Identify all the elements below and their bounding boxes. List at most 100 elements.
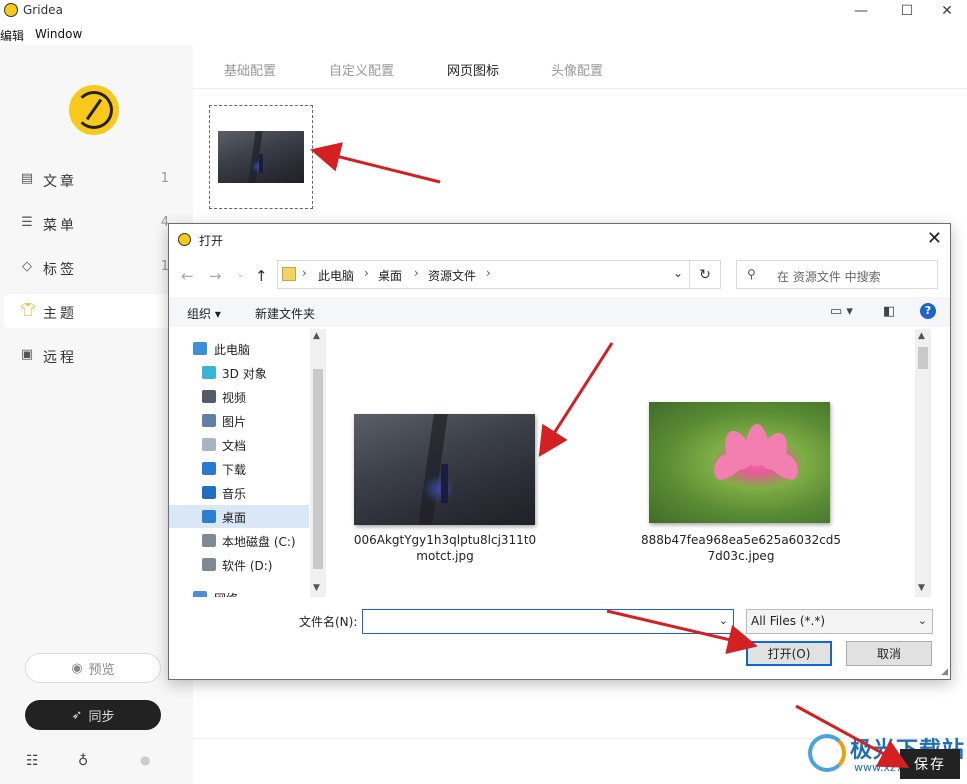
minimize-button[interactable]: — — [838, 0, 884, 22]
menu-icon: ☰ — [21, 215, 33, 230]
filename-input[interactable]: ⌄ — [362, 609, 734, 634]
tree-item-drive-c[interactable]: 本地磁盘 (C:) — [169, 529, 309, 552]
navigation-tree: 此电脑 3D 对象 视频 图片 文档 下载 音乐 桌面 本地磁盘 (C:) 软件… — [169, 329, 327, 597]
settings-sliders-icon[interactable]: ☷ — [26, 753, 39, 769]
scroll-thumb[interactable] — [918, 347, 928, 369]
tree-item-label: 网络 — [214, 590, 238, 597]
cube-icon — [202, 366, 216, 379]
music-note-icon — [202, 486, 216, 499]
tree-item-network[interactable]: 网络 — [169, 586, 309, 597]
tab-basic-config[interactable]: 基础配置 — [224, 60, 276, 79]
open-file-dialog: 打开 ✕ ← → ⌄ ↑ › 此电脑 › 桌面 › 资源文件 › ⌄ ↻ ⚲ 在… — [168, 223, 951, 680]
sidebar-item-menu[interactable]: ☰ 菜单 4 — [4, 206, 193, 240]
gridea-app: Gridea — ☐ ✕ 编辑 Window ▤ 文章 1 ☰ 菜单 4 ◇ 标… — [0, 0, 967, 784]
drive-icon — [202, 534, 216, 547]
filetype-value: All Files (*.*) — [751, 614, 826, 628]
folder-icon — [282, 267, 296, 281]
tree-item-label: 音乐 — [222, 487, 247, 501]
menu-edit[interactable]: 编辑 — [0, 27, 24, 44]
view-mode-icon[interactable]: ▭ ▾ — [830, 304, 853, 319]
tree-item-pictures[interactable]: 图片 — [169, 409, 309, 432]
search-input[interactable]: ⚲ 在 资源文件 中搜索 — [736, 260, 938, 289]
network-icon — [193, 591, 207, 597]
favicon-upload-area[interactable] — [209, 105, 313, 209]
status-dot-icon: ● — [140, 753, 151, 767]
tree-item-label: 下载 — [222, 463, 247, 477]
resize-grip-icon[interactable]: ◢ — [941, 667, 948, 677]
sidebar-item-label: 远程 — [43, 350, 77, 366]
scroll-down-icon[interactable]: ▼ — [313, 583, 320, 593]
gridea-app-icon — [4, 3, 18, 17]
tree-item-3d-objects[interactable]: 3D 对象 — [169, 361, 309, 384]
recent-chevron-icon[interactable]: ⌄ — [237, 270, 245, 280]
tag-icon: ◇ — [22, 259, 32, 274]
organize-menu[interactable]: 组织 ▾ — [187, 305, 221, 322]
save-button[interactable]: 保存 — [900, 749, 960, 779]
scroll-thumb[interactable] — [313, 369, 323, 569]
dialog-title: 打开 — [199, 234, 224, 248]
gridea-logo — [69, 85, 119, 135]
desktop-icon — [202, 510, 216, 523]
sidebar-item-label: 菜单 — [43, 218, 77, 234]
dialog-close-icon[interactable]: ✕ — [927, 228, 942, 249]
filename-label: 文件名(N): — [299, 615, 358, 629]
sidebar-item-label: 文章 — [43, 174, 77, 190]
tree-item-label: 视频 — [222, 391, 247, 405]
breadcrumb-this-pc[interactable]: 此电脑 — [318, 267, 354, 284]
refresh-button[interactable]: ↻ — [690, 260, 721, 289]
scroll-down-icon[interactable]: ▼ — [918, 583, 925, 593]
sidebar-item-remote[interactable]: ▣ 远程 — [4, 338, 193, 372]
chevron-right-icon: › — [486, 266, 491, 280]
tab-custom-config[interactable]: 自定义配置 — [329, 60, 394, 79]
tree-item-drive-d[interactable]: 软件 (D:) — [169, 553, 309, 576]
tree-item-downloads[interactable]: 下载 — [169, 457, 309, 480]
tree-item-label: 图片 — [222, 415, 247, 429]
sidebar-item-theme[interactable]: 👕︎ 主题 — [4, 294, 193, 328]
up-arrow-icon[interactable]: ↑ — [255, 267, 268, 285]
new-folder-button[interactable]: 新建文件夹 — [255, 305, 315, 322]
tree-item-desktop[interactable]: 桌面 — [169, 505, 309, 528]
back-arrow-icon[interactable]: ← — [181, 267, 194, 285]
search-placeholder: 在 资源文件 中搜索 — [777, 270, 881, 284]
title-bar: Gridea — ☐ ✕ — [0, 0, 967, 22]
tree-item-this-pc[interactable]: 此电脑 — [169, 337, 309, 360]
files-scrollbar[interactable]: ▲ ▼ — [915, 329, 931, 597]
settings-tabs: 基础配置 自定义配置 网页图标 头像配置 — [193, 45, 967, 89]
picture-icon — [202, 414, 216, 427]
server-icon: ▣ — [20, 347, 34, 362]
file-name: 888b47fea968ea5e625a6032cd5 7d03c.jpeg — [641, 533, 842, 563]
sync-button[interactable]: ➶ 同步 — [25, 700, 161, 730]
address-bar[interactable]: › 此电脑 › 桌面 › 资源文件 › ⌄ — [277, 260, 690, 289]
filetype-select[interactable]: All Files (*.*) ⌄ — [746, 609, 933, 634]
tree-item-documents[interactable]: 文档 — [169, 433, 309, 456]
tree-item-label: 桌面 — [222, 511, 247, 525]
tree-item-videos[interactable]: 视频 — [169, 385, 309, 408]
tab-avatar-config[interactable]: 头像配置 — [551, 60, 603, 79]
chevron-right-icon: › — [364, 266, 369, 280]
tree-scrollbar[interactable]: ▲ ▼ — [310, 329, 326, 597]
github-icon[interactable]: ♁ — [78, 753, 88, 769]
cancel-button[interactable]: 取消 — [846, 641, 932, 666]
sidebar-item-label: 主题 — [43, 306, 77, 322]
breadcrumb-desktop[interactable]: 桌面 — [378, 267, 402, 284]
close-window-button[interactable]: ✕ — [924, 0, 967, 22]
dialog-title-bar: 打开 ✕ — [169, 224, 950, 254]
chevron-down-icon[interactable]: ⌄ — [719, 614, 728, 627]
chevron-down-icon: ⌄ — [917, 614, 927, 627]
scroll-up-icon[interactable]: ▲ — [313, 331, 320, 341]
tab-favicon[interactable]: 网页图标 — [447, 60, 499, 79]
tree-item-music[interactable]: 音乐 — [169, 481, 309, 504]
help-icon[interactable]: ? — [920, 303, 936, 319]
menu-window[interactable]: Window — [35, 27, 82, 41]
chevron-right-icon: › — [414, 266, 419, 280]
sidebar-item-tags[interactable]: ◇ 标签 1 — [4, 250, 193, 284]
open-button[interactable]: 打开(O) — [746, 641, 832, 666]
forward-arrow-icon[interactable]: → — [209, 267, 222, 285]
breadcrumb-resources[interactable]: 资源文件 — [428, 267, 476, 284]
window-title: Gridea — [23, 3, 63, 17]
preview-button[interactable]: ◉ 预览 — [25, 653, 161, 683]
preview-pane-icon[interactable]: ◧ — [883, 304, 895, 319]
chevron-down-icon[interactable]: ⌄ — [673, 266, 683, 280]
scroll-up-icon[interactable]: ▲ — [918, 331, 925, 341]
sidebar-item-articles[interactable]: ▤ 文章 1 — [4, 162, 193, 196]
